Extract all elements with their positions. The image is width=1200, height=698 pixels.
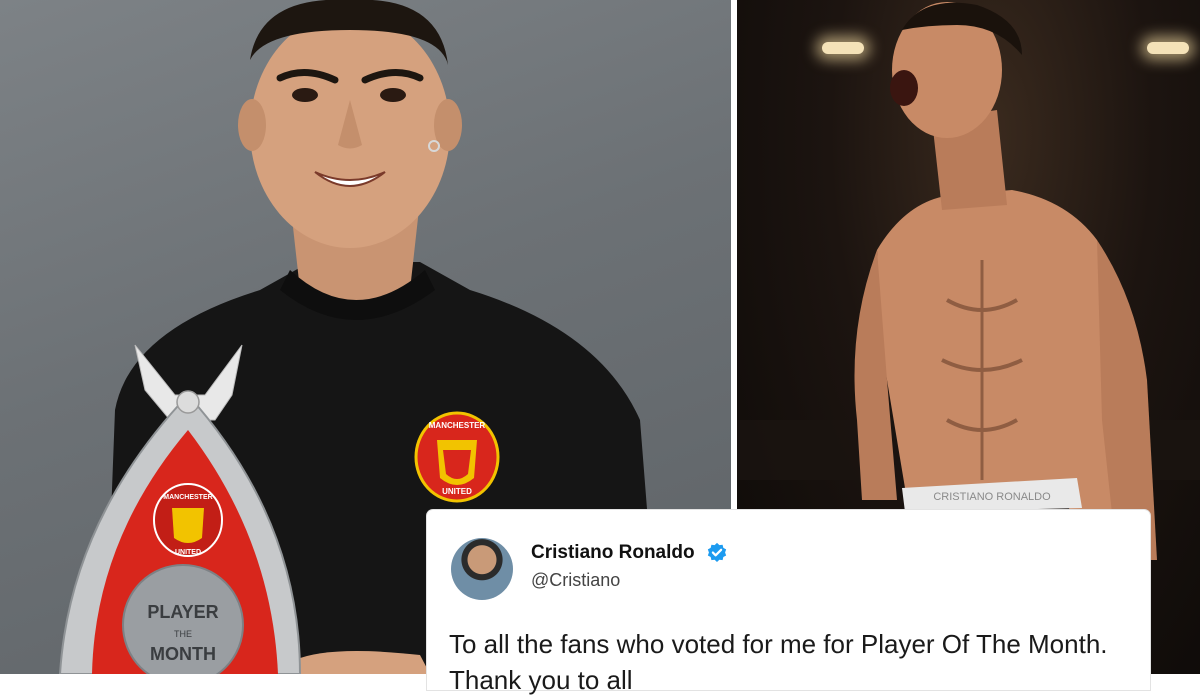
shirt-crest-bottom-text: UNITED	[442, 487, 472, 496]
stadium-light	[822, 42, 864, 54]
tweet-author-name[interactable]: Cristiano Ronaldo	[531, 542, 695, 564]
avatar[interactable]	[451, 538, 513, 600]
verified-badge-icon	[707, 542, 727, 562]
waistband-text: CRISTIANO RONALDO	[933, 491, 1051, 503]
shirt-crest-top-text: MANCHESTER	[429, 421, 486, 430]
trophy-plaque-line1: PLAYER	[147, 602, 218, 622]
tweet-text: To all the fans who voted for me for Pla…	[449, 629, 1108, 695]
trophy-plaque-line3: MONTH	[150, 644, 216, 664]
stadium-light	[1147, 42, 1189, 54]
tweet-author-handle[interactable]: @Cristiano	[531, 570, 620, 591]
shirt-crest: MANCHESTER UNITED	[414, 411, 500, 503]
tweet-card: Cristiano Ronaldo @Cristiano To all the …	[427, 510, 1150, 695]
trophy-crest-top-text: MANCHESTER	[163, 494, 212, 501]
trophy-plaque-line2: THE	[174, 629, 192, 639]
trophy-crest-bottom-text: UNITED	[175, 549, 201, 556]
